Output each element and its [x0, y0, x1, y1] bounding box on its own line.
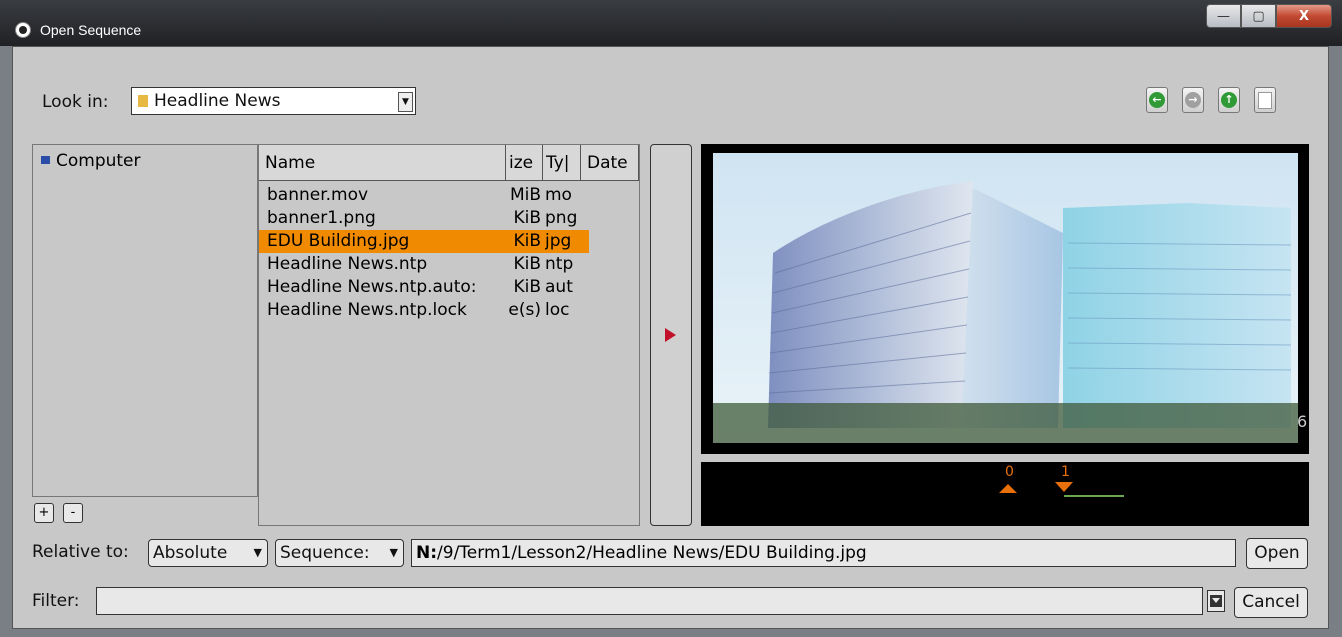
timeline-end-marker[interactable] — [1055, 482, 1073, 492]
computer-icon — [41, 156, 50, 164]
file-type: aut — [545, 277, 573, 297]
chevron-down-icon: ▼ — [253, 546, 262, 559]
column-header-type[interactable]: Ty| — [543, 145, 581, 181]
preview-pane: 6 — [701, 144, 1309, 454]
file-size: KiB — [513, 254, 541, 274]
timeline-start-marker[interactable] — [999, 484, 1017, 493]
file-type: mo — [545, 185, 572, 205]
preview-image — [713, 153, 1298, 443]
path-rest: /9/Term1/Lesson2/Headline News/EDU Build… — [437, 543, 867, 563]
file-row[interactable]: EDU Building.jpg KiB jpg — [259, 230, 589, 253]
file-row[interactable]: Headline News.ntp.lock e(s) loc — [259, 299, 589, 322]
sequence-value: Sequence: — [280, 543, 370, 563]
relative-to-label: Relative to: — [32, 542, 129, 562]
up-button[interactable]: ↑ — [1218, 87, 1240, 113]
timeline-start-label: 0 — [1005, 464, 1014, 480]
arrow-right-icon: → — [1185, 92, 1201, 108]
filter-input[interactable] — [96, 587, 1203, 615]
new-folder-icon — [1258, 91, 1272, 109]
file-size: e(s) — [508, 300, 541, 320]
file-type: png — [545, 208, 578, 228]
file-size: KiB — [513, 277, 541, 297]
path-drive: N: — [416, 543, 438, 563]
add-location-button[interactable]: + — [34, 503, 54, 523]
file-list[interactable]: Name ize Ty| Date banner.mov MiB mo banner1… — [258, 144, 640, 526]
file-name: EDU Building.jpg — [267, 231, 410, 251]
cancel-button[interactable]: Cancel — [1234, 587, 1308, 618]
file-name: banner1.png — [267, 208, 376, 228]
file-type: ntp — [545, 254, 574, 274]
timeline[interactable]: 0 1 — [701, 462, 1309, 526]
arrow-left-icon: ← — [1149, 92, 1165, 108]
column-header-date[interactable]: Date — [581, 145, 639, 181]
play-icon — [665, 328, 676, 342]
file-name: Headline News.ntp.auto: — [267, 277, 477, 297]
file-row[interactable]: Headline News.ntp.auto: KiB aut — [259, 276, 589, 299]
new-folder-button[interactable] — [1254, 87, 1276, 113]
folder-icon — [138, 95, 148, 107]
open-sequence-window: Open Sequence — ▢ X Look in: Headline Ne… — [0, 0, 1342, 637]
title-bar[interactable]: Open Sequence — ▢ X — [0, 0, 1342, 46]
preview-toggle-button[interactable] — [650, 144, 692, 526]
file-size: KiB — [513, 208, 541, 228]
timeline-end-label: 1 — [1061, 464, 1070, 480]
file-name: banner.mov — [267, 185, 369, 205]
column-header-size[interactable]: ize — [506, 145, 543, 181]
forward-button[interactable]: → — [1182, 87, 1204, 113]
file-row[interactable]: banner.mov MiB mo — [259, 184, 589, 207]
maximize-button[interactable]: ▢ — [1241, 4, 1276, 28]
tree-item-label: Computer — [56, 151, 141, 171]
filter-dropdown-button[interactable] — [1207, 590, 1225, 612]
close-button[interactable]: X — [1276, 4, 1332, 28]
look-in-combo[interactable]: Headline News ▼ — [131, 87, 416, 115]
location-tree[interactable]: Computer — [32, 144, 258, 497]
chevron-down-icon[interactable]: ▼ — [398, 92, 413, 112]
dialog-body: Look in: Headline News ▼ ← → ↑ Computer … — [12, 46, 1329, 629]
file-row[interactable]: Headline News.ntp KiB ntp — [259, 253, 589, 276]
file-type: jpg — [545, 231, 572, 251]
open-button[interactable]: Open — [1246, 538, 1308, 569]
path-field[interactable]: N:/9/Term1/Lesson2/Headline News/EDU Bui… — [411, 539, 1236, 567]
file-type: loc — [545, 300, 570, 320]
look-in-label: Look in: — [42, 92, 109, 112]
file-row[interactable]: banner1.png KiB png — [259, 207, 589, 230]
filter-label: Filter: — [32, 591, 80, 611]
minimize-button[interactable]: — — [1206, 4, 1241, 28]
file-size: KiB — [513, 231, 541, 251]
look-in-value: Headline News — [154, 91, 281, 111]
file-name: Headline News.ntp.lock — [267, 300, 467, 320]
frame-counter: 6 — [1297, 412, 1308, 431]
tree-item-computer[interactable]: Computer — [41, 151, 141, 171]
timeline-range-line — [1064, 495, 1124, 497]
file-name: Headline News.ntp — [267, 254, 428, 274]
remove-location-button[interactable]: - — [63, 503, 83, 523]
app-icon — [15, 22, 31, 38]
window-controls: — ▢ X — [1206, 4, 1332, 30]
chevron-down-icon: ▼ — [389, 546, 398, 559]
window-title: Open Sequence — [40, 22, 142, 38]
back-button[interactable]: ← — [1146, 87, 1168, 113]
sequence-select[interactable]: Sequence: ▼ — [275, 539, 404, 567]
file-size: MiB — [509, 185, 541, 205]
relative-mode-value: Absolute — [153, 543, 228, 563]
relative-mode-select[interactable]: Absolute ▼ — [148, 539, 268, 567]
arrow-up-icon: ↑ — [1221, 92, 1237, 108]
column-header-name[interactable]: Name — [259, 145, 506, 181]
